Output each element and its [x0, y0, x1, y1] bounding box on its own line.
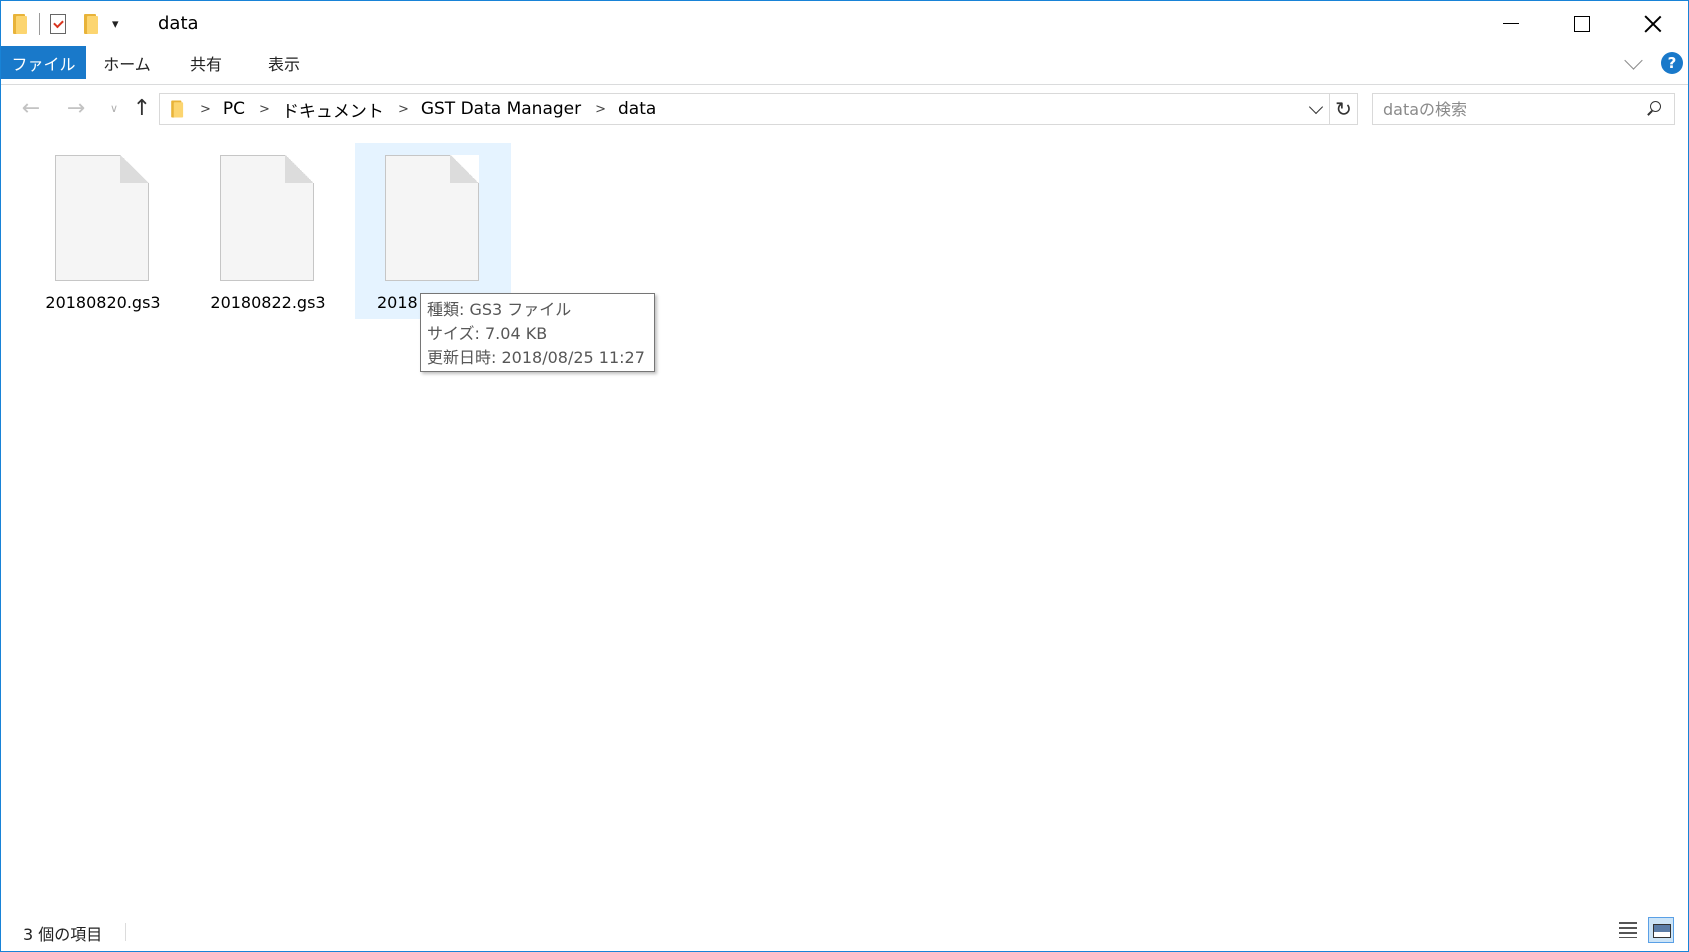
tab-home[interactable]: ホーム	[97, 46, 157, 79]
arrow-left-icon: ←	[21, 95, 41, 121]
breadcrumb-pc[interactable]: PC	[223, 99, 245, 119]
breadcrumb-documents[interactable]: ドキュメント	[282, 97, 384, 122]
location-folder-icon	[171, 100, 185, 118]
details-view-button[interactable]	[1615, 917, 1641, 943]
toolbar-separator	[39, 13, 40, 35]
status-separator	[125, 923, 126, 941]
search-input[interactable]	[1381, 98, 1625, 120]
ribbon-tabs: ファイル ホーム 共有 表示 ?	[1, 46, 1688, 85]
up-button[interactable]: ↑	[127, 93, 157, 123]
tooltip-size: サイズ: 7.04 KB	[427, 324, 548, 343]
expand-ribbon-icon[interactable]	[1624, 51, 1643, 70]
details-view-icon	[1619, 922, 1637, 938]
arrow-right-icon: →	[66, 95, 86, 121]
breadcrumb-separator[interactable]: >	[200, 102, 211, 117]
item-count: 3 個の項目	[23, 925, 103, 944]
help-icon[interactable]: ?	[1661, 52, 1683, 74]
forward-button[interactable]: →	[61, 93, 91, 123]
arrow-up-icon: ↑	[132, 95, 152, 121]
refresh-button[interactable]: ↻	[1330, 93, 1358, 125]
tooltip-modified: 更新日時: 2018/08/25 11:27	[427, 348, 645, 367]
file-item[interactable]: 20180822.gs3	[190, 143, 346, 319]
document-icon	[385, 155, 479, 281]
maximize-button[interactable]	[1546, 1, 1617, 46]
file-name: 20180820.gs3	[45, 293, 161, 312]
minimize-button[interactable]	[1475, 1, 1546, 46]
navigation-bar: ← → ∨ ↑ > PC > ドキュメント > GST Data Manager…	[1, 85, 1688, 133]
close-button[interactable]	[1617, 1, 1688, 46]
tab-share[interactable]: 共有	[181, 46, 231, 79]
properties-icon[interactable]	[50, 14, 66, 34]
refresh-icon: ↻	[1335, 97, 1352, 121]
customize-toolbar-icon[interactable]: ▾	[112, 17, 119, 32]
file-list: 20180820.gs3 20180822.gs3 2018	[1, 133, 1688, 913]
window-title: data	[158, 13, 199, 34]
breadcrumb-separator[interactable]: >	[398, 102, 409, 117]
tab-view[interactable]: 表示	[259, 46, 309, 79]
tab-file[interactable]: ファイル	[1, 46, 86, 79]
search-icon[interactable]	[1646, 101, 1662, 117]
recent-locations-button[interactable]: ∨	[99, 93, 129, 123]
breadcrumb-separator[interactable]: >	[259, 102, 270, 117]
breadcrumb-separator[interactable]: >	[595, 102, 606, 117]
address-bar[interactable]: > PC > ドキュメント > GST Data Manager > data	[159, 93, 1330, 125]
chevron-down-icon: ∨	[109, 101, 119, 115]
new-folder-icon[interactable]	[84, 14, 100, 34]
large-icons-view-button[interactable]	[1648, 917, 1674, 943]
search-box[interactable]	[1372, 93, 1675, 125]
close-icon	[1644, 15, 1662, 33]
document-icon	[220, 155, 314, 281]
status-bar: 3 個の項目	[1, 913, 1688, 951]
breadcrumb-gst-data-manager[interactable]: GST Data Manager	[421, 99, 581, 119]
tooltip-type: 種類: GS3 ファイル	[427, 300, 572, 319]
minimize-icon	[1502, 23, 1519, 24]
large-icons-view-icon	[1653, 924, 1671, 938]
folder-icon[interactable]	[13, 14, 29, 34]
explorer-window: ▾ data ファイル ホーム 共有 表示 ? ← → ∨ ↑ > PC > ド…	[0, 0, 1689, 952]
quick-access-toolbar: ▾	[13, 11, 119, 37]
file-info-tooltip: 種類: GS3 ファイル サイズ: 7.04 KB 更新日時: 2018/08/…	[420, 293, 655, 372]
file-name: 20180822.gs3	[210, 293, 326, 312]
file-item[interactable]: 20180820.gs3	[25, 143, 181, 319]
title-bar: ▾ data	[1, 1, 1688, 46]
breadcrumb-data[interactable]: data	[618, 99, 656, 119]
address-dropdown-icon[interactable]	[1308, 99, 1324, 115]
back-button[interactable]: ←	[16, 93, 46, 123]
maximize-icon	[1573, 15, 1590, 32]
document-icon	[55, 155, 149, 281]
